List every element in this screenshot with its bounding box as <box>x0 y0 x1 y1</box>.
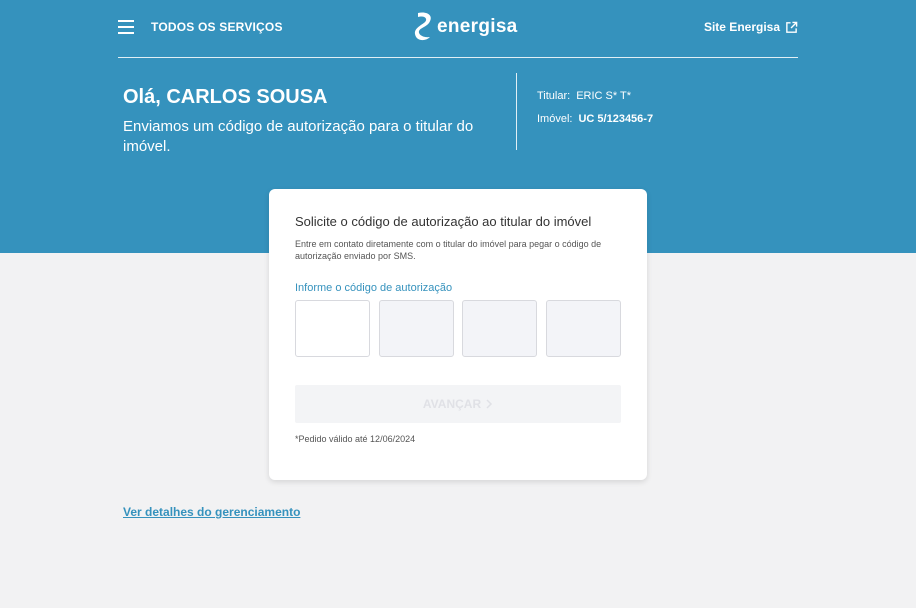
energisa-logo-mark <box>414 12 431 41</box>
energisa-logo[interactable]: energisa <box>414 10 518 44</box>
chevron-right-icon <box>486 399 493 409</box>
imovel-info: Imóvel: UC 5/123456-7 <box>537 113 653 125</box>
titular-value: ERIC S* T* <box>576 90 632 102</box>
vertical-divider <box>516 73 517 150</box>
site-energisa-link[interactable]: Site Energisa <box>704 20 798 34</box>
code-digit-2[interactable] <box>379 300 454 357</box>
code-digit-3[interactable] <box>462 300 537 357</box>
code-digit-4[interactable] <box>546 300 621 357</box>
external-link-icon <box>786 21 798 33</box>
card-description: Entre em contato diretamente com o titul… <box>295 239 602 261</box>
advance-label: AVANÇAR <box>422 397 482 411</box>
imovel-label: Imóvel: <box>537 113 573 125</box>
greeting-title: Olá, CARLOS SOUSA <box>123 86 328 108</box>
code-label: Informe o código de autorização <box>295 282 453 294</box>
card-title: Solicite o código de autorização ao titu… <box>295 214 592 229</box>
imovel-value: UC 5/123456-7 <box>578 113 654 125</box>
top-bar: TODOS OS SERVIÇOS energisa Site Energisa <box>118 0 798 58</box>
code-digit-1[interactable] <box>295 300 370 357</box>
validity-note: *Pedido válido até 12/06/2024 <box>295 434 416 444</box>
authorization-card: Solicite o código de autorização ao titu… <box>269 189 647 480</box>
greeting-subtitle: Enviamos um código de autorização para o… <box>123 118 474 155</box>
hamburger-icon[interactable] <box>118 20 136 36</box>
advance-button[interactable]: AVANÇAR <box>295 385 621 423</box>
details-link[interactable]: Ver detalhes do gerenciamento <box>123 505 300 519</box>
titular-label: Titular: <box>537 90 571 102</box>
site-link-label: Site Energisa <box>703 20 780 34</box>
logo-wordmark: energisa <box>437 16 518 37</box>
all-services-menu[interactable]: TODOS OS SERVIÇOS <box>151 20 283 34</box>
titular-info: Titular: ERIC S* T* <box>537 90 631 102</box>
